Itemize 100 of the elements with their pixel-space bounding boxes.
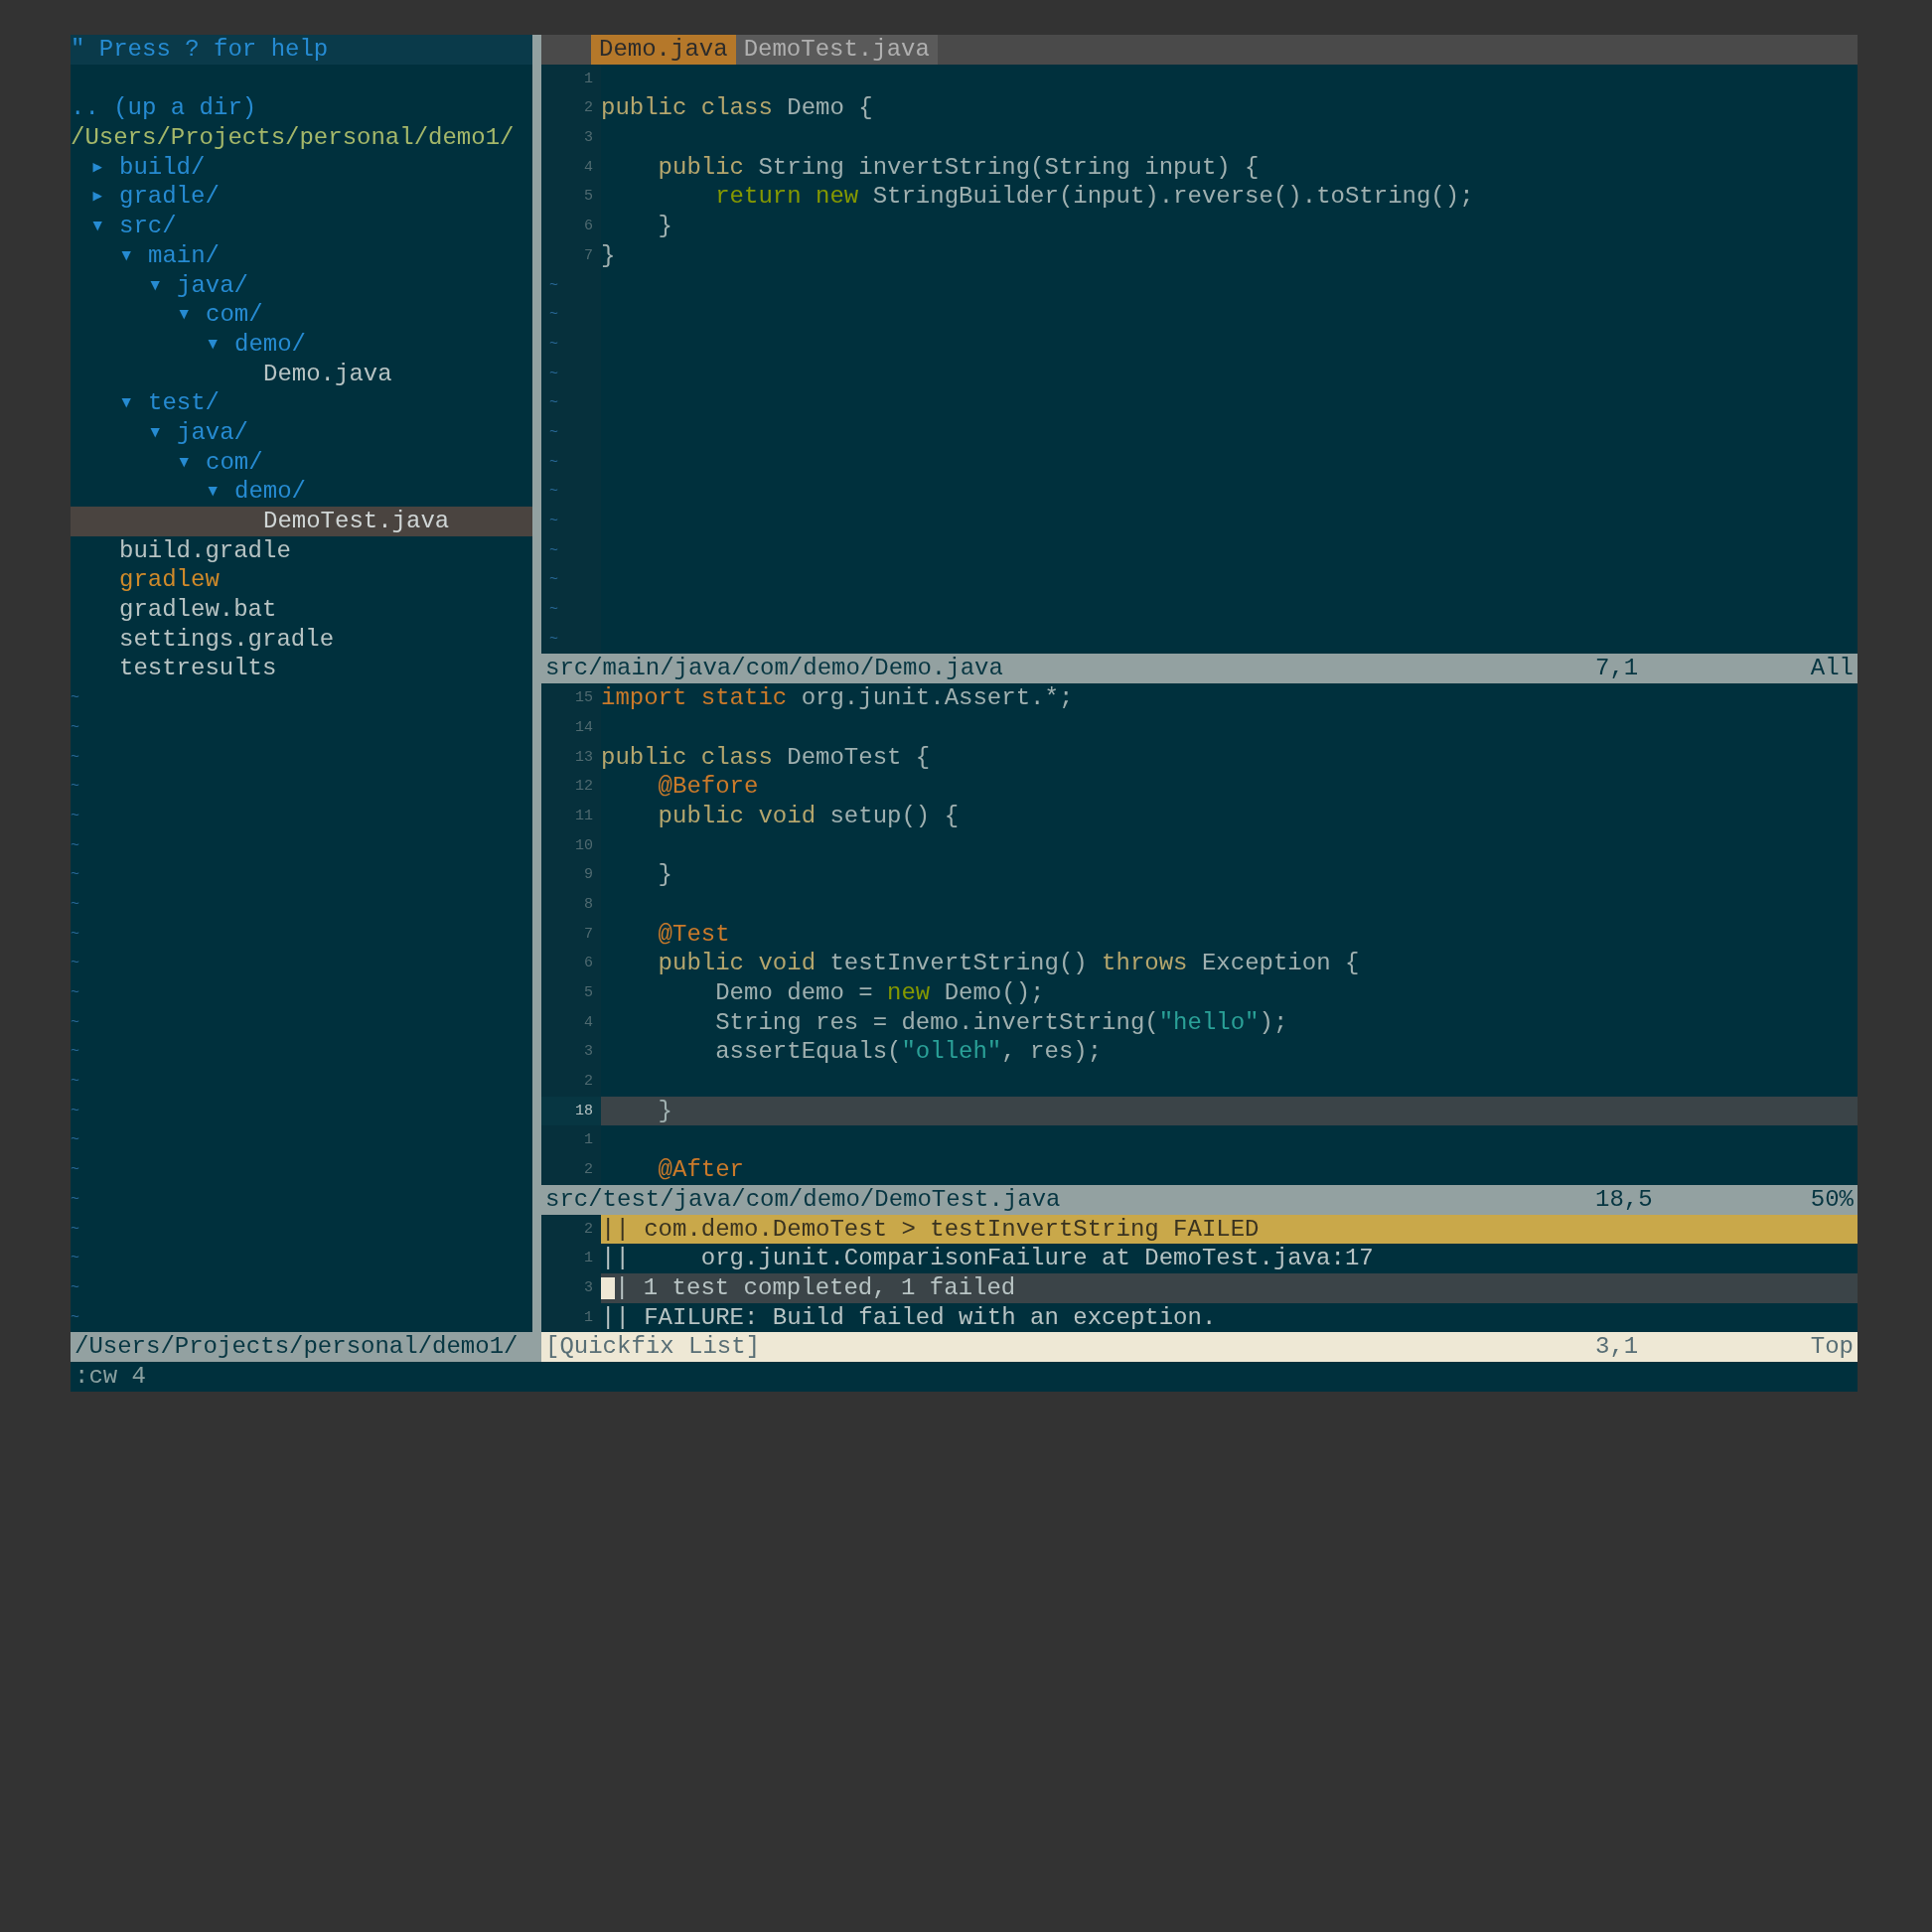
line-number: 5 [541, 978, 601, 1008]
code-line: @After [657, 1155, 745, 1185]
code-line: public String invertString(String input) { [657, 152, 1260, 183]
file-path: [Quickfix List] [545, 1332, 762, 1362]
empty-line-marker: ~ [71, 1277, 80, 1298]
quickfix-row[interactable]: 1 || FAILURE: Build failed with an exception. [541, 1302, 1858, 1333]
empty-line-marker: ~ [71, 1130, 80, 1151]
tree-row[interactable]: settings.gradle [71, 624, 532, 655]
quickfix-text: || FAILURE: Build failed with an exception. [601, 1302, 1217, 1333]
code-line: String res = demo.invertString("hello"); [714, 1007, 1288, 1038]
empty-line-marker: ~ [71, 983, 80, 1003]
empty-line-marker: ~ [71, 777, 80, 798]
line-number: 5 [541, 182, 601, 213]
code-line: public class DemoTest { [601, 742, 931, 773]
text-cursor [601, 1276, 615, 1299]
empty-line-marker: ~ [71, 806, 80, 826]
empty-line-marker: ~ [71, 1307, 80, 1328]
tree-item-label: gradlew [119, 565, 220, 596]
tree-row[interactable]: Demo.java [71, 359, 532, 389]
tree-row[interactable]: ▾ demo/ [71, 477, 532, 507]
tree-row[interactable]: gradlew.bat [71, 595, 532, 625]
scroll-percent: Top [1809, 1332, 1854, 1362]
line-number: 8 [541, 889, 601, 920]
tree-item-label: DemoTest.java [263, 507, 450, 536]
tree-row[interactable]: ▾ java/ [71, 417, 532, 448]
tree-row[interactable]: build.gradle [71, 535, 532, 566]
tree-item-label: com/ [206, 447, 263, 478]
quickfix-row[interactable]: 1 || org.junit.ComparisonFailure at DemoTest.java:17 [541, 1244, 1858, 1273]
code-line: assertEquals("olleh", res); [714, 1037, 1103, 1068]
window-separator[interactable] [532, 35, 541, 1362]
up-dir-link[interactable]: .. (up a dir) [71, 93, 532, 124]
tree-item-label: java/ [177, 270, 248, 301]
tree-row[interactable]: ▾ main/ [71, 240, 532, 271]
empty-line-marker: ~ [71, 1249, 80, 1269]
line-number: 9 [541, 860, 601, 890]
code-line: Demo demo = new Demo(); [714, 978, 1045, 1008]
tree-row[interactable]: ▾ demo/ [71, 329, 532, 360]
quickfix-text: || org.junit.ComparisonFailure at DemoTest.java:17 [601, 1244, 1374, 1273]
empty-line-marker: ~ [71, 1101, 80, 1121]
buffer-tab[interactable]: Demo.java [591, 35, 736, 65]
tree-item-label: gradle/ [119, 182, 220, 213]
empty-line-marker: ~ [71, 747, 80, 768]
code-line: public void setup() { [657, 801, 960, 831]
line-number: 1 [541, 1125, 601, 1156]
tree-row[interactable]: ▾ test/ [71, 388, 532, 418]
line-number: 14 [541, 712, 601, 743]
file-path: src/test/java/com/demo/DemoTest.java [545, 1184, 1062, 1215]
empty-line-marker: ~ [71, 894, 80, 915]
tree-marker: ▾ [177, 447, 193, 478]
line-number: 11 [541, 801, 601, 831]
code-line: @Before [657, 772, 759, 802]
tree-row[interactable]: ▸ build/ [71, 152, 532, 183]
tree-row[interactable]: gradlew [71, 565, 532, 596]
file-path: /Users/Projects/personal/demo1/ [74, 1332, 520, 1362]
tree-item-label: test/ [148, 388, 220, 418]
quickfix-text: || com.demo.DemoTest > testInvertString FAILED [601, 1214, 1260, 1245]
code-line: } [601, 240, 616, 271]
quickfix-row[interactable]: 3 | 1 test completed, 1 failed [541, 1272, 1858, 1303]
quickfix-row[interactable]: 2 || com.demo.DemoTest > testInvertString FAILED [541, 1214, 1858, 1245]
tree-row[interactable]: ▾ com/ [71, 300, 532, 330]
tree-item-label: settings.gradle [119, 624, 335, 655]
tree-marker: ▾ [177, 300, 193, 330]
tree-row[interactable]: DemoTest.java [71, 507, 532, 536]
line-number: 3 [541, 123, 601, 153]
line-number: 6 [541, 212, 601, 241]
buffer-tab[interactable]: DemoTest.java [735, 35, 938, 65]
code-line: return new StringBuilder(input).reverse().toString(); [714, 182, 1474, 213]
empty-line-marker: ~ [71, 1012, 80, 1033]
empty-line-marker: ~ [71, 835, 80, 856]
quickfix-text: | 1 test completed, 1 failed [615, 1272, 1016, 1303]
tree-row[interactable]: ▸ gradle/ [71, 182, 532, 213]
tree-marker: ▾ [119, 240, 135, 271]
code-line: } [657, 1096, 672, 1126]
scroll-percent: 50% [1809, 1184, 1854, 1215]
empty-line-marker: ~ [71, 688, 80, 709]
line-number: 6 [541, 949, 601, 978]
tree-marker: ▾ [148, 270, 164, 301]
file-path: src/main/java/com/demo/Demo.java [545, 654, 1004, 684]
code-line: public class Demo { [601, 93, 873, 124]
cursor-position: 3,1 [1595, 1332, 1640, 1362]
tree-item-label: demo/ [234, 477, 306, 507]
tree-row[interactable]: testresults [71, 654, 532, 684]
tree-item-label: com/ [206, 300, 263, 330]
tree-item-label: java/ [177, 417, 248, 448]
tree-row[interactable]: ▾ com/ [71, 447, 532, 478]
tree-row[interactable]: ▾ java/ [71, 270, 532, 301]
line-number: 2 [541, 1214, 601, 1245]
code-line: @Test [657, 919, 730, 950]
empty-line-marker: ~ [71, 954, 80, 974]
tree-marker: ▾ [148, 417, 164, 448]
line-number: 1 [541, 1244, 601, 1273]
empty-line-marker: ~ [71, 717, 80, 738]
line-number: 18 [541, 1096, 601, 1126]
line-number: 7 [541, 240, 601, 271]
line-number: 3 [541, 1272, 601, 1303]
code-line: import static org.junit.Assert.*; [601, 683, 1074, 713]
empty-line-marker: ~ [71, 1219, 80, 1240]
tree-item-label: gradlew.bat [119, 595, 277, 625]
tree-row[interactable]: ▾ src/ [71, 212, 532, 241]
help-hint: " Press ? for help [71, 35, 532, 65]
